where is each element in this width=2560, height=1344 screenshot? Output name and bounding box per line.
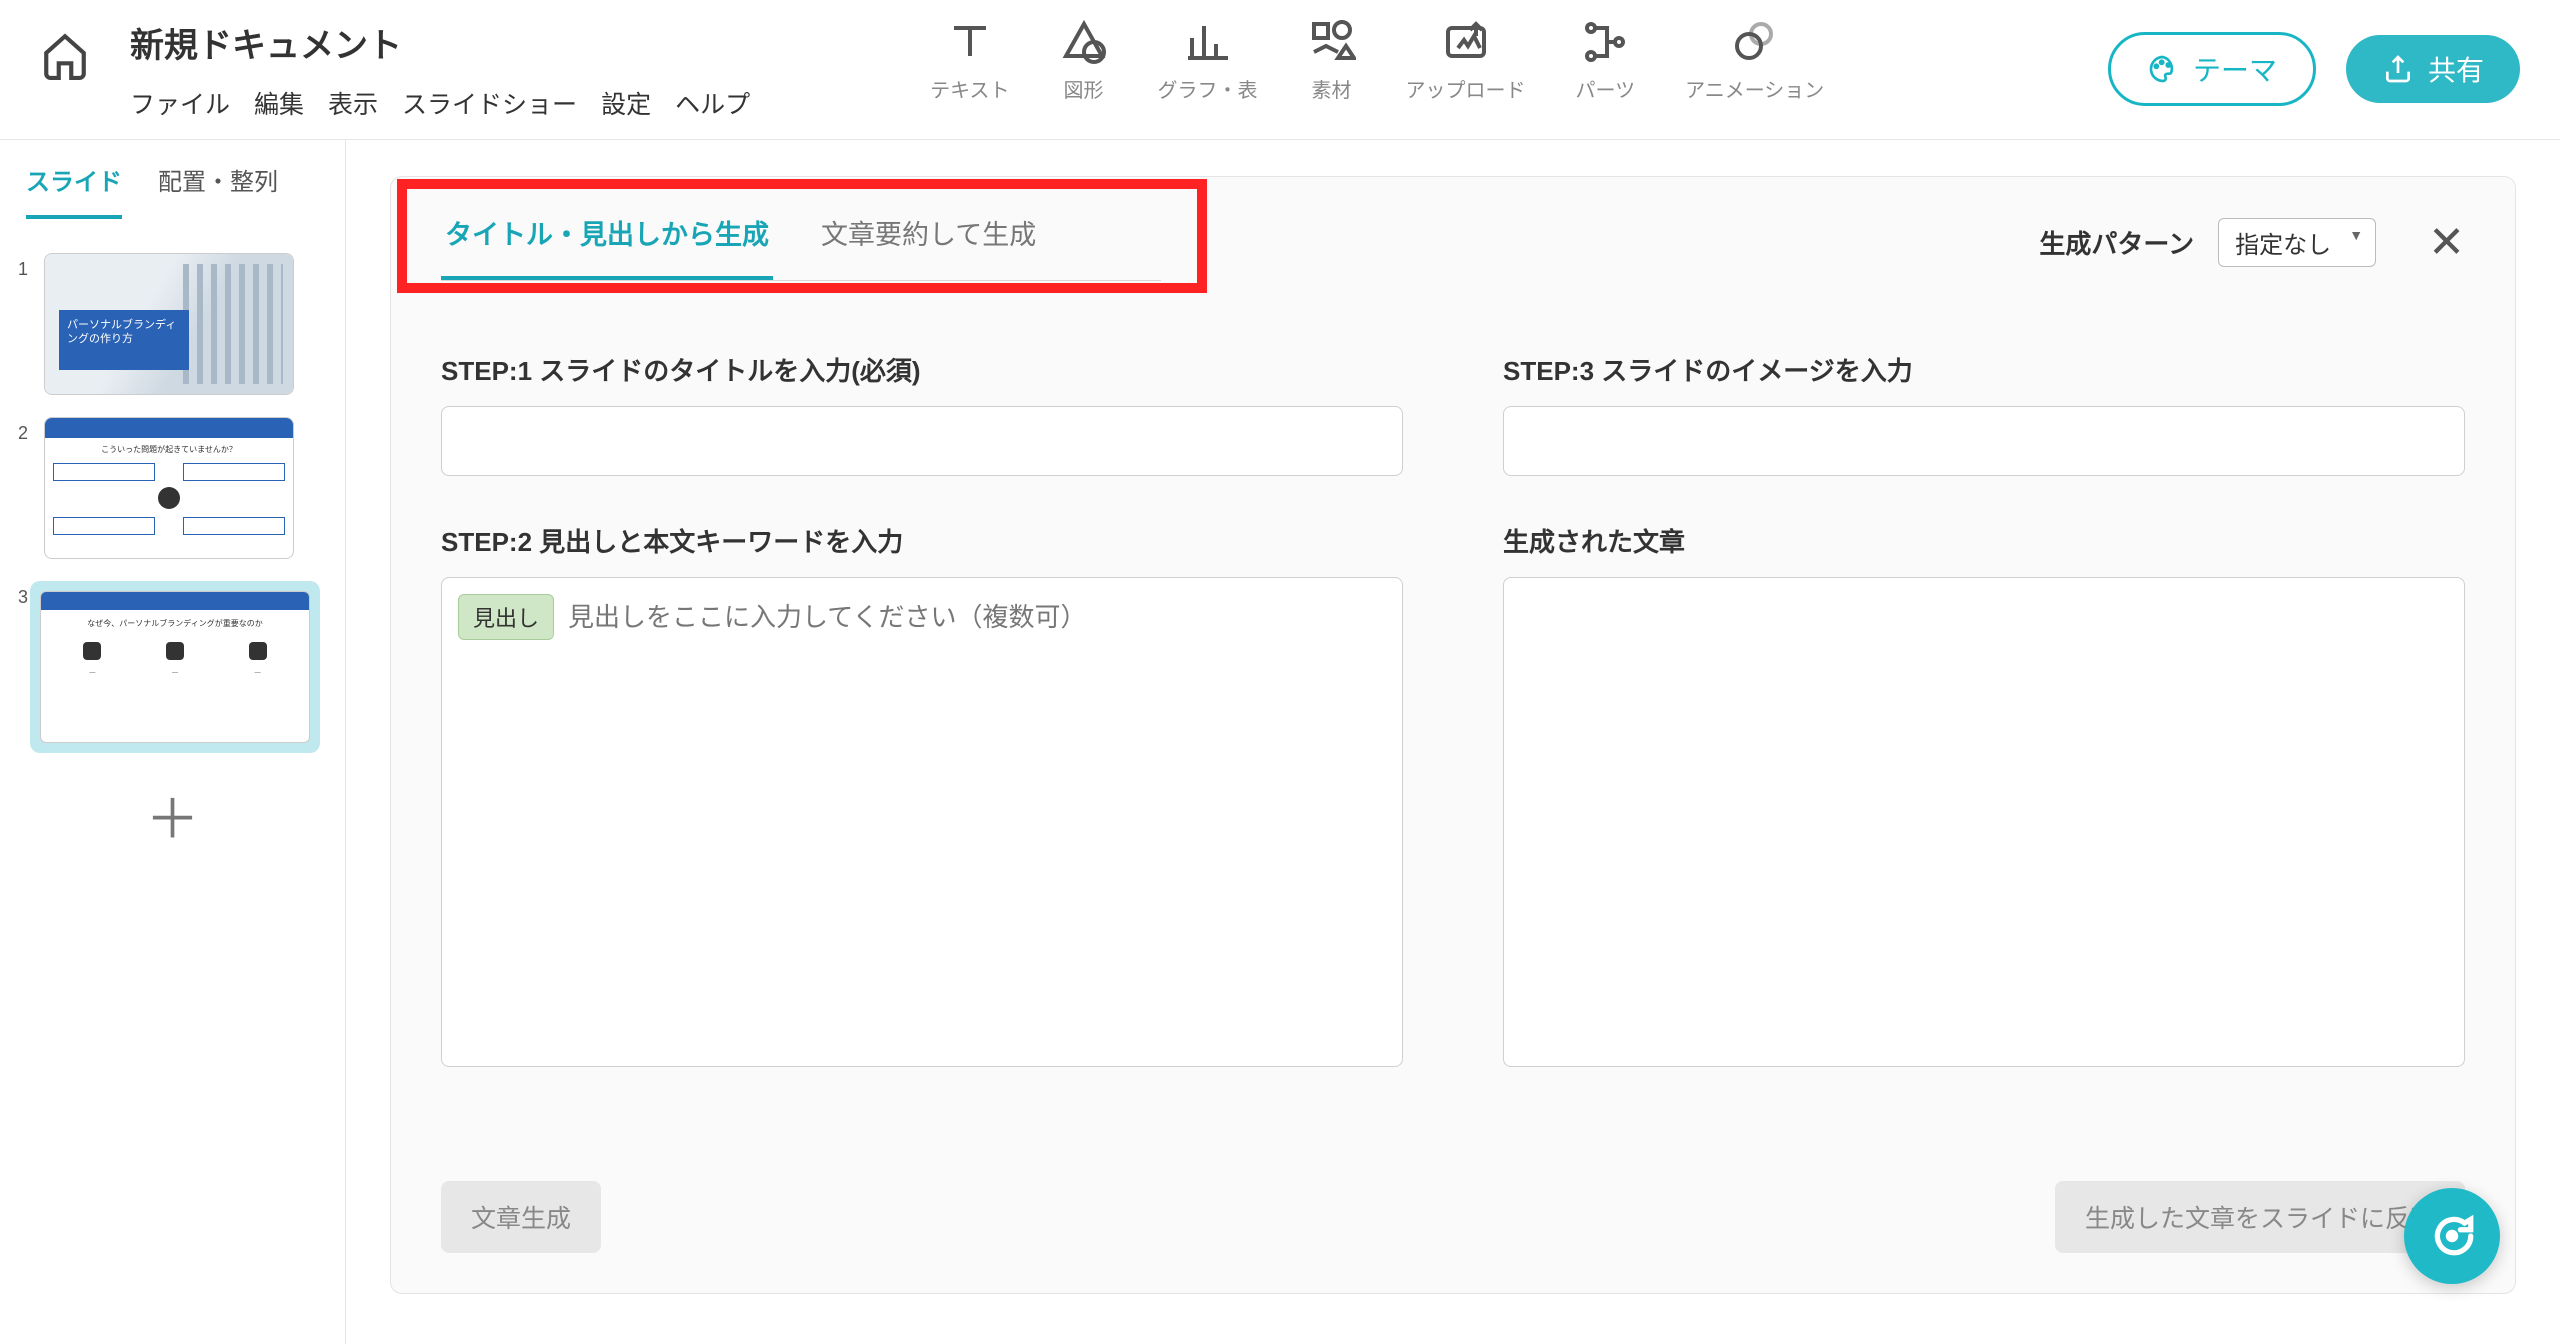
main-area: タイトル・見出しから生成 文章要約して生成 生成パターン 指定なし ✕ STEP… — [346, 140, 2560, 1344]
menu-slideshow[interactable]: スライドショー — [402, 85, 577, 121]
tool-chart-label: グラフ・表 — [1158, 74, 1258, 103]
tool-upload-label: アップロード — [1406, 74, 1526, 103]
panel-bottom-buttons: 文章生成 生成した文章をスライドに反映 — [441, 1181, 2465, 1253]
chart-icon — [1184, 18, 1232, 66]
share-button-label: 共有 — [2428, 49, 2484, 89]
theme-button[interactable]: テーマ — [2108, 32, 2316, 106]
sidebar-tab-slides[interactable]: スライド — [26, 162, 122, 219]
header-right-buttons: テーマ 共有 — [2108, 32, 2520, 106]
menu-edit[interactable]: 編集 — [254, 85, 304, 121]
workspace: スライド 配置・整列 1 パーソナルブランディングの作り方 2 こういった問題が… — [0, 140, 2560, 1344]
slide-number: 1 — [18, 253, 32, 280]
form-grid: STEP:1 スライドのタイトルを入力(必須) STEP:2 見出しと本文キーワ… — [441, 351, 2465, 1067]
sidebar: スライド 配置・整列 1 パーソナルブランディングの作り方 2 こういった問題が… — [0, 140, 346, 1344]
step2-label: STEP:2 見出しと本文キーワードを入力 — [441, 522, 1403, 559]
home-icon[interactable] — [40, 30, 90, 80]
palette-icon — [2147, 53, 2179, 85]
tool-shape-label: 図形 — [1064, 74, 1104, 103]
close-icon[interactable]: ✕ — [2428, 217, 2465, 268]
tool-chart[interactable]: グラフ・表 — [1158, 18, 1258, 103]
document-title[interactable]: 新規ドキュメント — [130, 18, 750, 67]
sidebar-tabs: スライド 配置・整列 — [18, 162, 327, 219]
generate-button[interactable]: 文章生成 — [441, 1181, 601, 1253]
slide-thumb-row: 1 パーソナルブランディングの作り方 — [18, 253, 327, 395]
form-col-right: STEP:3 スライドのイメージを入力 生成された文章 — [1503, 351, 2465, 1067]
tool-parts-label: パーツ — [1576, 74, 1636, 103]
shape-icon — [1060, 18, 1108, 66]
upload-icon — [1442, 18, 1490, 66]
step2-placeholder: 見出しをここに入力してください（複数可） — [568, 602, 1086, 632]
heading-tag: 見出し — [458, 594, 554, 640]
tool-assets-label: 素材 — [1312, 74, 1352, 103]
generated-output[interactable] — [1503, 577, 2465, 1067]
chat-fab[interactable] — [2404, 1188, 2500, 1284]
step3-input[interactable] — [1503, 406, 2465, 476]
panel-right-controls: 生成パターン 指定なし ✕ — [2039, 217, 2465, 268]
tool-animation[interactable]: アニメーション — [1685, 18, 1824, 103]
slide-thumbnail-3[interactable]: なぜ今、パーソナルブランディングが重要なのか ——— — [30, 581, 320, 753]
slide-thumbnails: 1 パーソナルブランディングの作り方 2 こういった問題が起きていませんか？ — [18, 253, 327, 753]
sidebar-tab-arrange[interactable]: 配置・整列 — [158, 162, 278, 219]
generated-label: 生成された文章 — [1503, 522, 2465, 559]
share-icon — [2382, 53, 2414, 85]
menu-help[interactable]: ヘルプ — [675, 85, 750, 121]
step1-label: STEP:1 スライドのタイトルを入力(必須) — [441, 351, 1403, 388]
slide-thumbnail-2[interactable]: こういった問題が起きていませんか？ — [44, 417, 294, 559]
parts-icon — [1581, 18, 1629, 66]
slide-thumbnail-1[interactable]: パーソナルブランディングの作り方 — [44, 253, 294, 395]
pattern-select[interactable]: 指定なし — [2218, 218, 2376, 267]
menu-file[interactable]: ファイル — [130, 85, 230, 121]
panel-tabs: タイトル・見出しから生成 文章要約して生成 — [441, 213, 1161, 281]
tool-text-label: テキスト — [930, 74, 1009, 103]
chat-icon — [2427, 1211, 2477, 1261]
add-slide-button[interactable]: ＋ — [146, 793, 200, 847]
slide-thumb-row: 3 なぜ今、パーソナルブランディングが重要なのか ——— — [18, 581, 327, 753]
step2-input[interactable]: 見出し見出しをここに入力してください（複数可） — [441, 577, 1403, 1067]
step3-label: STEP:3 スライドのイメージを入力 — [1503, 351, 2465, 388]
slide-number: 2 — [18, 417, 32, 444]
toolbar: テキスト 図形 グラフ・表 素材 アップロード パーツ アニメーション — [930, 18, 1824, 103]
tab-generate-from-summary[interactable]: 文章要約して生成 — [817, 213, 1040, 280]
menu-settings[interactable]: 設定 — [601, 85, 651, 121]
menu-view[interactable]: 表示 — [328, 85, 378, 121]
tool-assets[interactable]: 素材 — [1308, 18, 1356, 103]
title-block: 新規ドキュメント ファイル 編集 表示 スライドショー 設定 ヘルプ — [130, 18, 750, 121]
tool-upload[interactable]: アップロード — [1406, 18, 1526, 103]
tool-animation-label: アニメーション — [1685, 74, 1824, 103]
tool-shape[interactable]: 図形 — [1060, 18, 1108, 103]
animation-icon — [1731, 18, 1779, 66]
tool-parts[interactable]: パーツ — [1576, 18, 1636, 103]
menu-bar: ファイル 編集 表示 スライドショー 設定 ヘルプ — [130, 85, 750, 121]
theme-button-label: テーマ — [2193, 49, 2277, 89]
slide-thumb-row: 2 こういった問題が起きていませんか？ — [18, 417, 327, 559]
assets-icon — [1308, 18, 1356, 66]
tool-text[interactable]: テキスト — [930, 18, 1009, 103]
generation-panel: タイトル・見出しから生成 文章要約して生成 生成パターン 指定なし ✕ STEP… — [390, 176, 2516, 1294]
pattern-label: 生成パターン — [2039, 224, 2194, 261]
topbar: 新規ドキュメント ファイル 編集 表示 スライドショー 設定 ヘルプ テキスト … — [0, 0, 2560, 140]
tab-generate-from-title[interactable]: タイトル・見出しから生成 — [441, 213, 773, 280]
form-col-left: STEP:1 スライドのタイトルを入力(必須) STEP:2 見出しと本文キーワ… — [441, 351, 1403, 1067]
step1-input[interactable] — [441, 406, 1403, 476]
text-icon — [946, 18, 994, 66]
share-button[interactable]: 共有 — [2346, 35, 2520, 103]
